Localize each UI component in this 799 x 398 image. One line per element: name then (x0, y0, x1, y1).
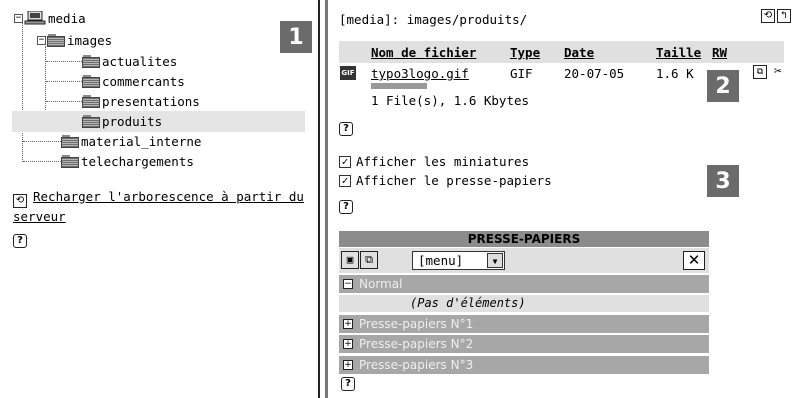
clipboard-title-bar: PRESSE-PAPIERS (339, 231, 709, 247)
tree-label[interactable]: commercants (102, 74, 185, 89)
file-name-link[interactable]: typo3logo.gif (371, 66, 469, 81)
col-header-type[interactable]: Type (510, 45, 540, 60)
gif-file-icon: GIF (340, 66, 356, 80)
tree-label[interactable]: presentations (102, 94, 200, 109)
option-label[interactable]: Afficher les miniatures (356, 154, 529, 169)
tree-connector (23, 141, 61, 142)
reload-link-text[interactable]: Recharger l'arborescence à partir du (33, 189, 304, 204)
cut-icon[interactable]: ✂ (771, 65, 785, 79)
empty-label: (Pas d'éléments) (410, 296, 526, 310)
tree-item-presentations[interactable]: presentations (82, 91, 200, 111)
step-badge-1: 1 (280, 21, 312, 53)
tree-connector (46, 81, 82, 82)
folder-icon (61, 154, 79, 168)
copy-icon[interactable]: ⧉ (753, 65, 767, 79)
collapse-icon[interactable]: − (37, 35, 46, 45)
option-label[interactable]: Afficher le presse-papiers (356, 173, 552, 188)
tree-label[interactable]: telechargements (81, 154, 194, 169)
tree-connector (46, 101, 82, 102)
thumbnail-preview (371, 83, 427, 89)
reload-link-text-2[interactable]: serveur (13, 209, 66, 224)
help-icon[interactable]: ? (339, 200, 353, 214)
clipboard-row-label[interactable]: Presse-papiers N°1 (359, 317, 473, 331)
step-badge-3: 3 (707, 165, 739, 197)
collapse-icon[interactable]: − (14, 13, 23, 23)
folder-icon (82, 114, 100, 128)
checkbox-miniatures[interactable]: ✓ (339, 155, 351, 168)
help-icon[interactable]: ? (341, 377, 355, 391)
tree-item-commercants[interactable]: commercants (82, 71, 185, 91)
help-icon[interactable]: ? (339, 122, 353, 136)
expand-icon[interactable]: + (343, 339, 353, 349)
tree-label[interactable]: media (48, 11, 86, 26)
tree-item-produits[interactable]: produits (82, 111, 162, 131)
help-icon[interactable]: ? (13, 234, 27, 248)
computer-icon (24, 10, 46, 25)
col-header-size[interactable]: Taille (656, 45, 701, 60)
tree-label[interactable]: produits (102, 114, 162, 129)
clipboard-pad-2[interactable]: + Presse-papiers N°2 (339, 335, 709, 353)
col-header-date[interactable]: Date (564, 45, 594, 60)
file-size: 1.6 K (656, 66, 694, 81)
tree-label[interactable]: images (67, 33, 112, 48)
pane-divider[interactable] (318, 0, 328, 398)
expand-icon[interactable]: + (343, 360, 353, 370)
file-type: GIF (510, 66, 533, 81)
chevron-down-icon[interactable]: ▼ (487, 253, 503, 268)
tree-connector (46, 61, 82, 62)
checkbox-presse[interactable]: ✓ (339, 174, 351, 187)
clipboard-menu-select[interactable]: [menu] ▼ (412, 251, 505, 270)
clipboard-pad-1[interactable]: + Presse-papiers N°1 (339, 315, 709, 333)
collapse-icon[interactable]: − (343, 279, 353, 289)
tree-label[interactable]: material_interne (81, 134, 201, 149)
clipboard-toolbar-icons: ▣ ⧉ (341, 251, 378, 269)
refresh-icon[interactable]: ⟲ (13, 194, 27, 208)
clipboard-row-label[interactable]: Normal (359, 277, 402, 291)
folder-icon (47, 33, 65, 47)
folder-icon (61, 134, 79, 148)
file-summary: 1 File(s), 1.6 Kbytes (371, 93, 530, 108)
clipboard-pad-3[interactable]: + Presse-papiers N°3 (339, 356, 709, 374)
folder-icon (82, 54, 100, 68)
tree-pane: − media − images actualites commercants … (0, 0, 318, 398)
clipboard-toolbar (339, 248, 709, 273)
paste-icon[interactable]: ⧉ (360, 251, 378, 269)
tree-label[interactable]: actualites (102, 54, 177, 69)
expand-icon[interactable]: + (343, 319, 353, 329)
close-icon[interactable]: ✕ (683, 251, 705, 270)
toolbar-icons: ⟲ ↰ (761, 9, 791, 23)
path-title: [media]: images/produits/ (339, 12, 528, 27)
up-folder-icon[interactable]: ↰ (777, 9, 791, 23)
clipboard-empty-row: (Pas d'éléments) (339, 295, 709, 312)
tree-item-media[interactable]: − media (14, 8, 86, 28)
file-date: 20-07-05 (564, 66, 625, 81)
select-value: [menu] (418, 253, 464, 268)
col-header-rw: RW (712, 45, 728, 60)
step-badge-2: 2 (707, 70, 739, 102)
tree-connector (23, 161, 61, 162)
file-actions: ⧉ ✂ (753, 65, 785, 79)
clipboard-normal-row[interactable]: − Normal (339, 275, 709, 293)
folder-icon (82, 74, 100, 88)
tree-item-images[interactable]: − images (37, 30, 112, 50)
tree-item-actualites[interactable]: actualites (82, 51, 177, 71)
col-header-name[interactable]: Nom de fichier (371, 45, 476, 60)
refresh-icon[interactable]: ⟲ (761, 9, 775, 23)
option-miniatures[interactable]: ✓ Afficher les miniatures (339, 154, 529, 169)
reload-link[interactable]: ⟲ Recharger l'arborescence à partir du se… (13, 188, 304, 226)
clipboard-row-label[interactable]: Presse-papiers N°3 (359, 358, 473, 372)
tree-item-material-interne[interactable]: material_interne (61, 131, 201, 151)
folder-icon (82, 94, 100, 108)
thumbnail-mode-icon[interactable]: ▣ (341, 251, 359, 269)
option-presse[interactable]: ✓ Afficher le presse-papiers (339, 173, 552, 188)
clipboard-row-label[interactable]: Presse-papiers N°2 (359, 337, 473, 351)
tree-item-telechargements[interactable]: telechargements (61, 151, 194, 171)
